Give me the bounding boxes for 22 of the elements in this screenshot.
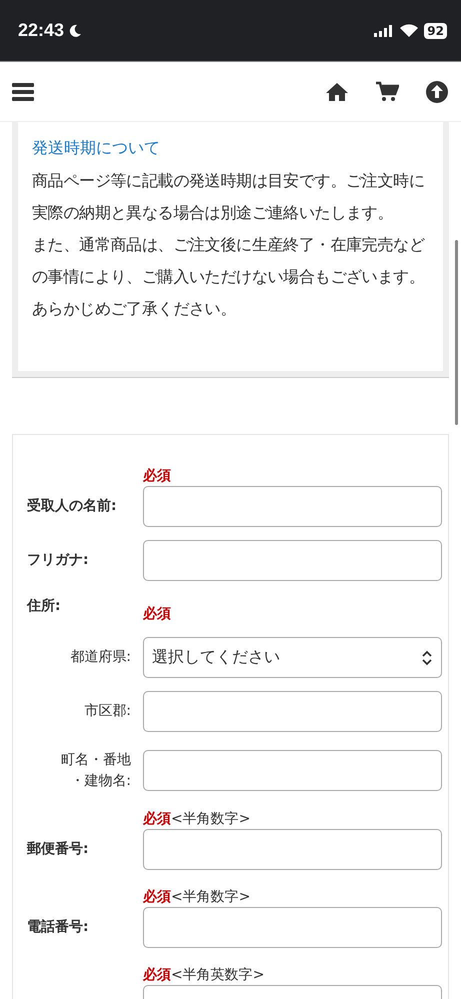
required-mark: 必須 <box>143 605 171 623</box>
required-mark: 必須 <box>143 966 171 984</box>
prefecture-select[interactable]: 選択してください <box>143 637 442 678</box>
format-hint: <半角数字> <box>171 810 250 828</box>
field-label: 市区郡: <box>83 702 132 721</box>
notice-text: 商品ページ等に記載の発送時期は目安です。ご注文時に実際の納期と異なる場合は別途ご連絡いたします。 <box>32 170 426 224</box>
notice-text: また、通常商品は、ご注文後に生産終了・在庫完売などの事情により、ご購入いただけない場合もございます。あらかじめご了承ください。 <box>32 234 426 320</box>
field-label: 郵便番号: <box>27 840 90 859</box>
format-hint: <半角数字> <box>171 888 250 906</box>
required-mark: 必須 <box>143 888 171 906</box>
field-label: 都道府県: <box>69 648 132 667</box>
field-label: 受取人の名前: <box>27 497 118 516</box>
field-label: 住所: <box>27 597 62 616</box>
format-hint: <半角英数字> <box>171 966 264 984</box>
field-label: 電話番号: <box>27 918 90 937</box>
required-mark: 必須 <box>143 810 171 828</box>
field-label: フリガナ: <box>27 551 90 570</box>
notice-title: 発送時期について <box>32 138 161 159</box>
field-label: 町名・番地・建物名: <box>60 751 132 791</box>
clock: 22:43 <box>18 20 64 41</box>
battery-level: 92 <box>424 22 447 38</box>
required-mark: 必須 <box>143 467 171 485</box>
